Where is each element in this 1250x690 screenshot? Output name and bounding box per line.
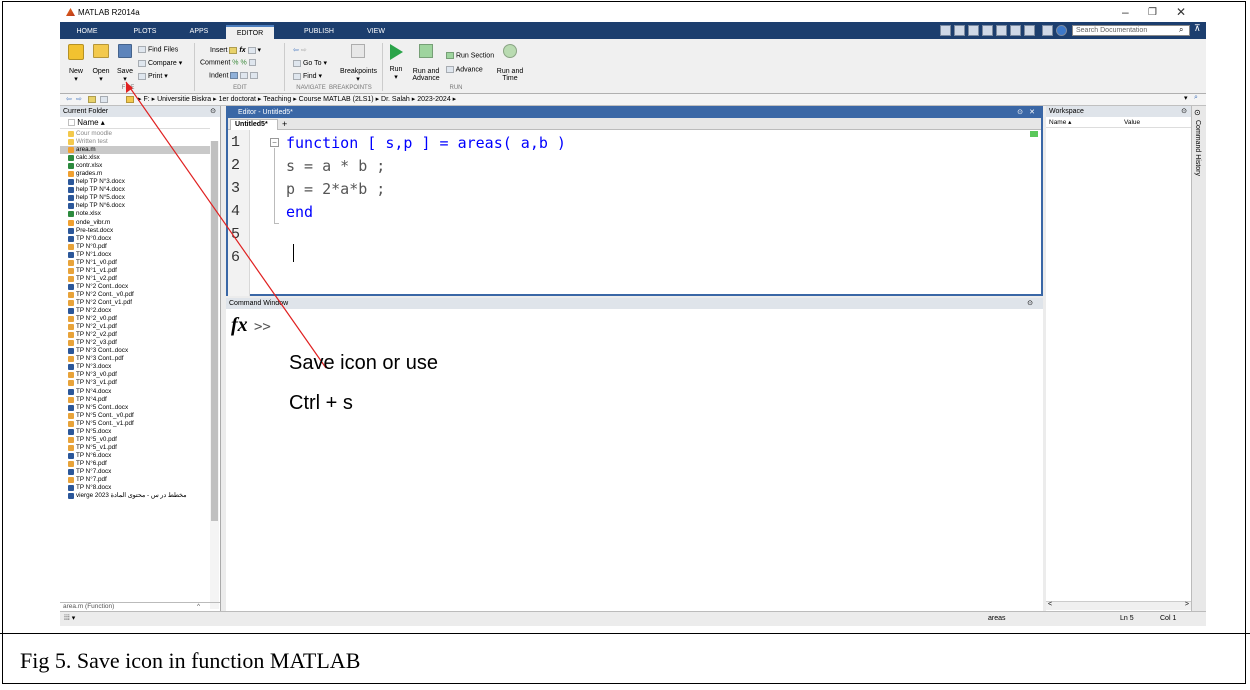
annotation-overlay [125,81,327,369]
annotation-line-2: Ctrl + s [289,392,353,414]
annotation-text: Save icon or use Ctrl + s [289,343,438,423]
annotation-line-1: Save icon or use [289,352,438,374]
annotation-arrow-line [125,81,327,369]
